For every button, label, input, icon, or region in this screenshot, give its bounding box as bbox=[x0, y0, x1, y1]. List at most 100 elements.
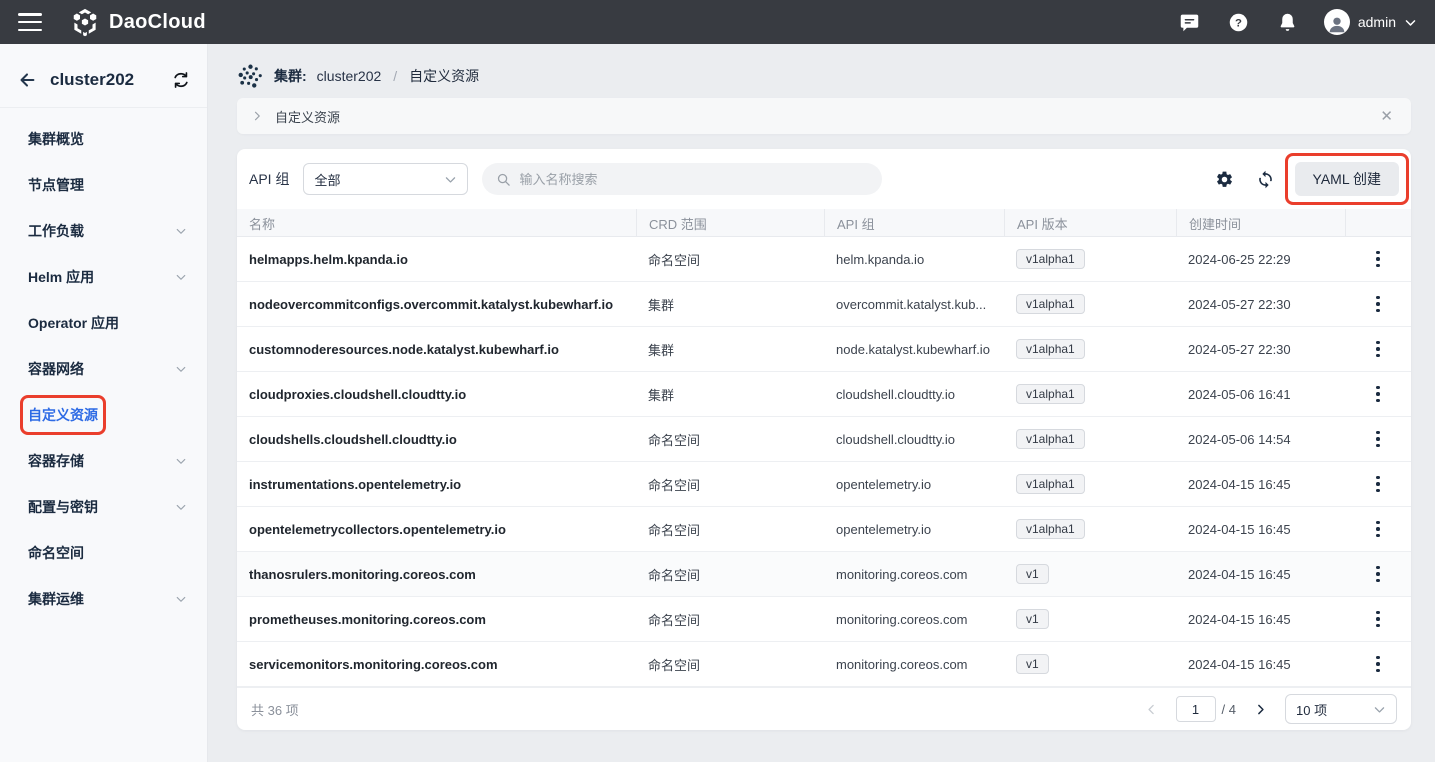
cell-actions bbox=[1345, 380, 1411, 409]
cell-actions bbox=[1345, 425, 1411, 454]
breadcrumb-cluster-name[interactable]: cluster202 bbox=[317, 68, 382, 84]
cell-name[interactable]: nodeovercommitconfigs.overcommit.katalys… bbox=[237, 297, 636, 312]
version-badge: v1alpha1 bbox=[1016, 249, 1085, 269]
row-kebab-menu-icon[interactable] bbox=[1370, 560, 1386, 589]
sidebar-item-3[interactable]: Helm 应用 bbox=[0, 254, 207, 300]
sidebar-item-9[interactable]: 命名空间 bbox=[0, 530, 207, 576]
sidebar-item-label: 节点管理 bbox=[28, 175, 84, 195]
cluster-dots-icon bbox=[237, 63, 264, 90]
sidebar-item-5[interactable]: 容器网络 bbox=[0, 346, 207, 392]
chevron-down-icon bbox=[175, 501, 187, 513]
cell-name[interactable]: opentelemetrycollectors.opentelemetry.io bbox=[237, 522, 636, 537]
version-badge: v1alpha1 bbox=[1016, 339, 1085, 359]
sidebar-item-label: Helm 应用 bbox=[28, 267, 94, 287]
sidebar-item-1[interactable]: 节点管理 bbox=[0, 162, 207, 208]
chevron-down-icon bbox=[1404, 16, 1417, 29]
page-number-input[interactable] bbox=[1176, 696, 1216, 722]
switch-cluster-icon[interactable] bbox=[171, 70, 191, 90]
username: admin bbox=[1358, 14, 1396, 30]
cell-api-group: monitoring.coreos.com bbox=[824, 612, 1004, 627]
hamburger-menu-icon[interactable] bbox=[18, 13, 42, 31]
cell-api-group: helm.kpanda.io bbox=[824, 252, 1004, 267]
cell-actions bbox=[1345, 245, 1411, 274]
user-menu[interactable]: admin bbox=[1324, 9, 1417, 35]
cell-crd-scope: 命名空间 bbox=[636, 655, 824, 674]
sidebar-item-label: Operator 应用 bbox=[28, 313, 119, 333]
refresh-icon[interactable] bbox=[1254, 168, 1277, 191]
cell-crd-scope: 集群 bbox=[636, 385, 824, 404]
banner-close-icon[interactable]: ✕ bbox=[1376, 105, 1397, 128]
cell-crd-scope: 集群 bbox=[636, 340, 824, 359]
yaml-create-button[interactable]: YAML 创建 bbox=[1295, 162, 1399, 196]
row-kebab-menu-icon[interactable] bbox=[1370, 380, 1386, 409]
sidebar-item-8[interactable]: 配置与密钥 bbox=[0, 484, 207, 530]
cell-api-version: v1 bbox=[1004, 609, 1176, 629]
page-size-select[interactable]: 10 项 bbox=[1285, 694, 1397, 724]
next-page-icon[interactable] bbox=[1250, 701, 1271, 718]
prev-page-icon[interactable] bbox=[1141, 701, 1162, 718]
sidebar-item-7[interactable]: 容器存储 bbox=[0, 438, 207, 484]
cell-actions bbox=[1345, 335, 1411, 364]
sidebar-item-10[interactable]: 集群运维 bbox=[0, 576, 207, 622]
cell-api-group: overcommit.katalyst.kub... bbox=[824, 297, 1004, 312]
chevron-down-icon bbox=[175, 225, 187, 237]
sidebar-item-2[interactable]: 工作负载 bbox=[0, 208, 207, 254]
chevron-down-icon bbox=[175, 455, 187, 467]
notification-bell-icon[interactable] bbox=[1275, 10, 1300, 35]
sidebar-item-0[interactable]: 集群概览 bbox=[0, 116, 207, 162]
sidebar-nav: 集群概览节点管理工作负载 Helm 应用 Operator 应用容器网络自定义资源容… bbox=[0, 108, 207, 622]
search-input[interactable] bbox=[519, 172, 868, 187]
version-badge: v1alpha1 bbox=[1016, 384, 1085, 404]
cell-api-version: v1 bbox=[1004, 564, 1176, 584]
row-kebab-menu-icon[interactable] bbox=[1370, 605, 1386, 634]
cell-api-version: v1 bbox=[1004, 654, 1176, 674]
version-badge: v1alpha1 bbox=[1016, 294, 1085, 314]
cell-name[interactable]: instrumentations.opentelemetry.io bbox=[237, 477, 636, 492]
cluster-name-title: cluster202 bbox=[50, 70, 159, 90]
chevron-down-icon bbox=[175, 593, 187, 605]
cell-api-group: cloudshell.cloudtty.io bbox=[824, 387, 1004, 402]
cell-name[interactable]: cloudproxies.cloudshell.cloudtty.io bbox=[237, 387, 636, 402]
cell-actions bbox=[1345, 560, 1411, 589]
cell-api-version: v1alpha1 bbox=[1004, 294, 1176, 314]
row-kebab-menu-icon[interactable] bbox=[1370, 650, 1386, 679]
cell-name[interactable]: servicemonitors.monitoring.coreos.com bbox=[237, 657, 636, 672]
cell-created-at: 2024-04-15 16:45 bbox=[1176, 477, 1345, 492]
table-row: servicemonitors.monitoring.coreos.com命名空… bbox=[237, 642, 1411, 687]
cell-name[interactable]: thanosrulers.monitoring.coreos.com bbox=[237, 567, 636, 582]
cell-api-version: v1alpha1 bbox=[1004, 519, 1176, 539]
help-icon[interactable]: ? bbox=[1226, 10, 1251, 35]
cell-created-at: 2024-05-06 16:41 bbox=[1176, 387, 1345, 402]
cell-actions bbox=[1345, 470, 1411, 499]
sidebar-item-label: 容器存储 bbox=[28, 451, 84, 471]
version-badge: v1alpha1 bbox=[1016, 474, 1085, 494]
cell-created-at: 2024-05-06 14:54 bbox=[1176, 432, 1345, 447]
table-row: helmapps.helm.kpanda.io命名空间helm.kpanda.i… bbox=[237, 237, 1411, 282]
back-arrow-icon[interactable] bbox=[16, 69, 38, 91]
row-kebab-menu-icon[interactable] bbox=[1370, 335, 1386, 364]
row-kebab-menu-icon[interactable] bbox=[1370, 425, 1386, 454]
column-header-actions bbox=[1345, 209, 1411, 237]
messages-icon[interactable] bbox=[1177, 10, 1202, 35]
sidebar-item-6[interactable]: 自定义资源 bbox=[0, 392, 207, 438]
row-kebab-menu-icon[interactable] bbox=[1370, 470, 1386, 499]
settings-gear-icon[interactable] bbox=[1213, 168, 1236, 191]
table-row: instrumentations.opentelemetry.io命名空间ope… bbox=[237, 462, 1411, 507]
cell-name[interactable]: prometheuses.monitoring.coreos.com bbox=[237, 612, 636, 627]
avatar bbox=[1324, 9, 1350, 35]
cell-crd-scope: 命名空间 bbox=[636, 250, 824, 269]
total-items-label: 共 36 项 bbox=[251, 700, 299, 719]
cell-name[interactable]: cloudshells.cloudshell.cloudtty.io bbox=[237, 432, 636, 447]
column-header-crd-scope: CRD 范围 bbox=[636, 209, 824, 237]
sidebar-item-label: 集群概览 bbox=[28, 129, 84, 149]
row-kebab-menu-icon[interactable] bbox=[1370, 515, 1386, 544]
cell-name[interactable]: customnoderesources.node.katalyst.kubewh… bbox=[237, 342, 636, 357]
api-group-select[interactable]: 全部 bbox=[303, 163, 468, 195]
row-kebab-menu-icon[interactable] bbox=[1370, 245, 1386, 274]
cell-actions bbox=[1345, 290, 1411, 319]
sidebar-item-4[interactable]: Operator 应用 bbox=[0, 300, 207, 346]
cell-name[interactable]: helmapps.helm.kpanda.io bbox=[237, 252, 636, 267]
row-kebab-menu-icon[interactable] bbox=[1370, 290, 1386, 319]
banner-expand-chevron-icon[interactable] bbox=[251, 110, 263, 122]
table-row: thanosrulers.monitoring.coreos.com命名空间mo… bbox=[237, 552, 1411, 597]
